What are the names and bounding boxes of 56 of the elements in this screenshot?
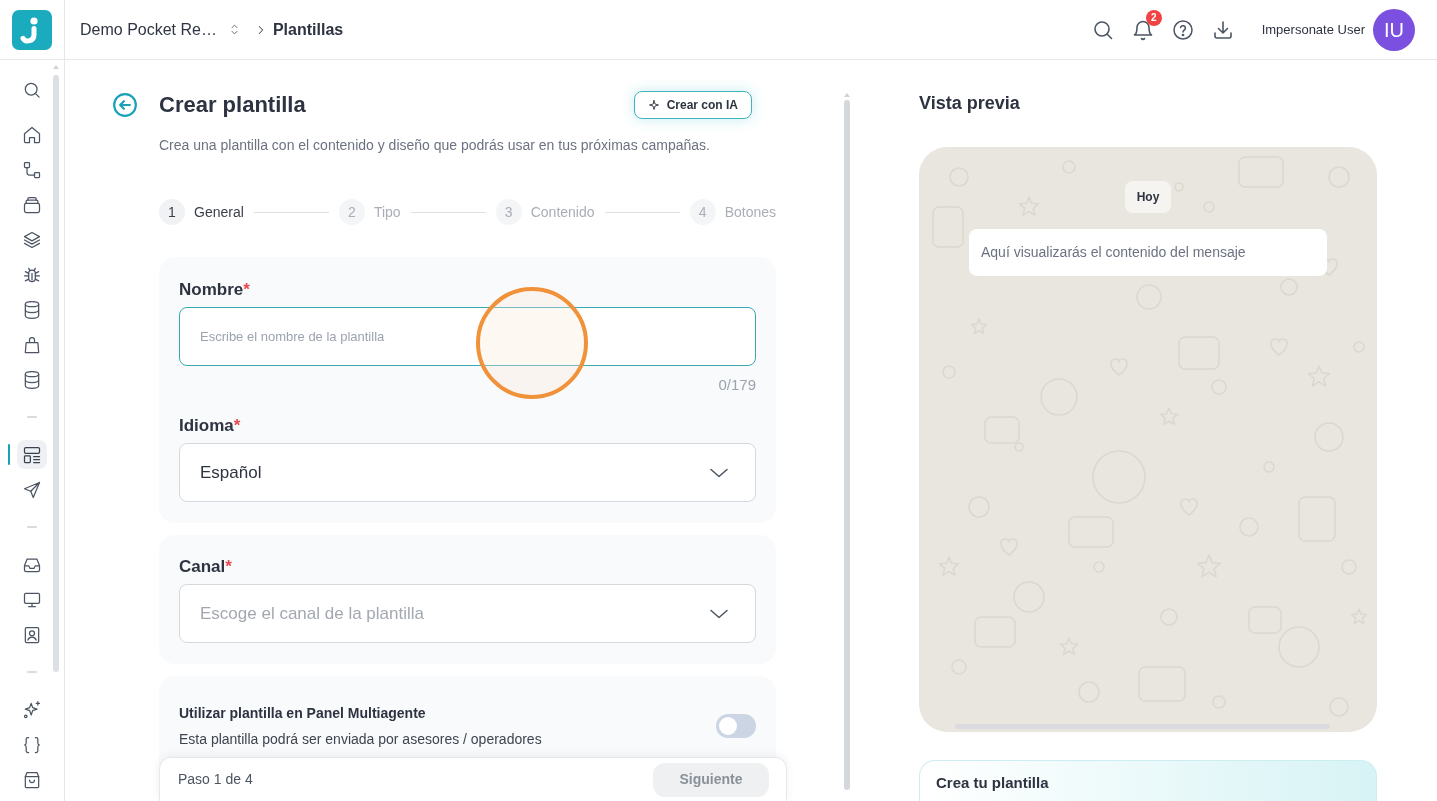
sparkle-icon xyxy=(647,99,660,111)
message-bubble: Aquí visualizarás el contenido del mensaje xyxy=(969,229,1327,276)
required-mark: * xyxy=(243,279,250,301)
database-icon xyxy=(22,369,42,390)
step-label: Contenido xyxy=(530,202,595,222)
scroll-up-arrow-icon xyxy=(52,64,60,70)
sidebar-item[interactable] xyxy=(17,440,47,469)
toggle-title: Utilizar plantilla en Panel Multiagente xyxy=(179,704,427,723)
step-number: 3 xyxy=(495,199,522,225)
scrollbar-thumb[interactable] xyxy=(53,75,59,672)
step-number: 1 xyxy=(159,199,185,225)
page-subtitle: Crea una plantilla con el contenido y diseño que podrás usar en tus próximas campañas. xyxy=(159,136,711,155)
field-label: Nombre xyxy=(179,279,244,301)
shopping-bag-icon xyxy=(22,769,42,790)
promo-title: Crea tu plantilla xyxy=(936,773,1050,793)
layers-icon xyxy=(22,229,42,250)
database-icon xyxy=(22,299,42,320)
back-button[interactable] xyxy=(112,92,138,118)
preview-title: Vista previa xyxy=(919,92,1021,115)
page-title: Crear plantilla xyxy=(159,91,306,119)
toggle-description: Esta plantilla podrá ser enviada por asesores / operadores xyxy=(179,730,542,749)
step-label: Botones xyxy=(724,202,776,222)
user-name: Impersonate User xyxy=(1261,20,1365,39)
scrollbar-thumb[interactable] xyxy=(844,100,850,790)
user-avatar[interactable]: IU xyxy=(1373,8,1415,51)
help-icon xyxy=(1170,17,1195,42)
required-mark: * xyxy=(225,556,232,578)
step-number: 2 xyxy=(338,199,365,225)
date-chip: Hoy xyxy=(1124,181,1172,213)
ai-create-button[interactable]: Crear con IA xyxy=(633,91,752,119)
home-icon xyxy=(22,124,42,145)
scroll-up-arrow-icon xyxy=(843,92,851,98)
breadcrumb-current: Plantillas xyxy=(272,19,344,40)
box-icon xyxy=(22,194,42,215)
field-label: Idioma xyxy=(179,415,234,437)
bag-icon xyxy=(22,334,42,355)
dropdown-field[interactable]: Español xyxy=(179,443,756,502)
sparkles-icon xyxy=(22,699,42,720)
logo-icon[interactable] xyxy=(12,9,52,50)
text-input[interactable]: Escribe el nombre de la plantilla xyxy=(179,307,756,366)
step-label: Tipo xyxy=(373,202,401,222)
toggle-switch[interactable] xyxy=(716,714,756,738)
notification-badge: 2 xyxy=(1145,9,1162,26)
field-label: Canal xyxy=(179,556,226,578)
workspace-selector[interactable]: Demo Pocket Re… xyxy=(80,17,242,42)
step-number: 4 xyxy=(689,199,716,225)
required-mark: * xyxy=(233,415,241,437)
braces-icon xyxy=(22,734,42,755)
contact-card-icon xyxy=(22,624,42,645)
step-label: General xyxy=(194,202,244,222)
step-count: Paso 1 de 4 xyxy=(178,770,253,789)
character-counter: 0/179 xyxy=(717,375,756,395)
help-button[interactable] xyxy=(1170,17,1195,42)
connected-nodes-icon xyxy=(22,159,42,180)
paper-plane-icon xyxy=(22,479,42,500)
layout-icon xyxy=(22,444,42,465)
